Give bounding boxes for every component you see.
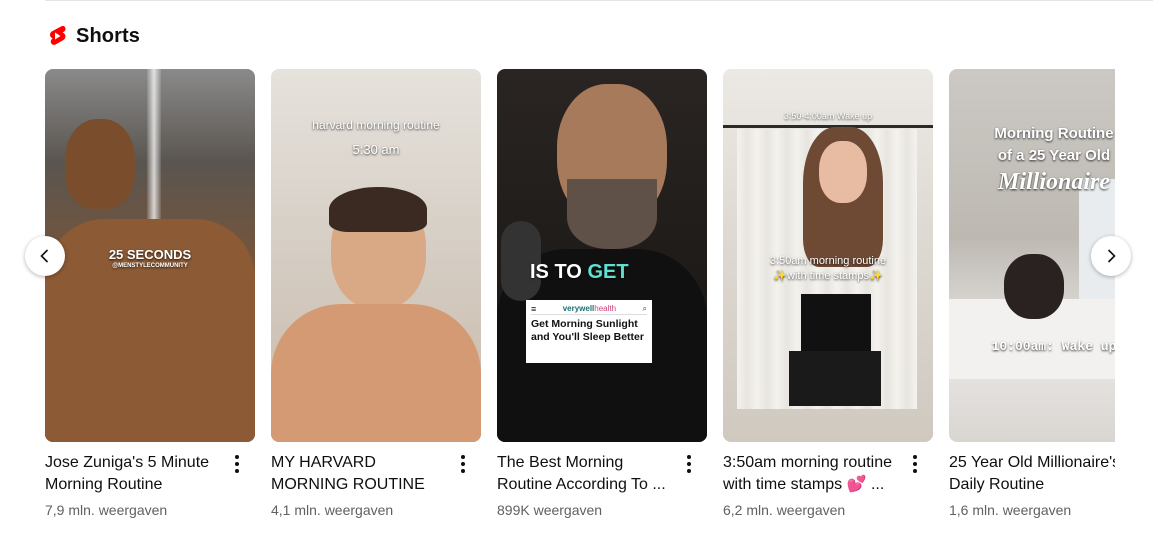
person-top	[801, 294, 871, 354]
short-card[interactable]: harvard morning routine 5:30 am MY HARVA…	[271, 69, 481, 529]
person-beard	[567, 179, 657, 249]
person-head	[65, 119, 135, 209]
person	[1004, 254, 1064, 319]
short-title[interactable]: The Best Morning Routine According To ..…	[497, 452, 675, 496]
article-brand: verywell	[562, 304, 595, 313]
short-title[interactable]: 3:50am morning routine with time stamps …	[723, 452, 901, 496]
overlay-line-3: Millionaire	[997, 169, 1111, 195]
short-title[interactable]: MY HARVARD MORNING ROUTINE 📚	[271, 452, 449, 496]
short-card[interactable]: 3:50-4:00am Wake up 3:50am morning routi…	[723, 69, 933, 529]
shorts-row: 25 SECONDS @MENSTYLECOMMUNITY Jose Zunig…	[45, 69, 1115, 529]
short-card[interactable]: Morning Routine of a 25 Year Old Million…	[949, 69, 1115, 529]
overlay-caption-a: IS TO	[530, 261, 582, 283]
shorts-shelf-header: Shorts	[46, 22, 140, 50]
person-hair	[329, 187, 427, 232]
overlay-caption-b: GET	[587, 261, 629, 283]
short-thumbnail[interactable]: IS TO GET ≡ verywellhealth ⌕ Get Morning…	[497, 69, 707, 442]
short-thumbnail[interactable]: harvard morning routine 5:30 am	[271, 69, 481, 442]
view-count: 7,9 mln. weergaven	[45, 502, 168, 518]
overlay-line-1: Morning Routine	[994, 125, 1114, 142]
short-thumbnail[interactable]: 3:50-4:00am Wake up 3:50am morning routi…	[723, 69, 933, 442]
shelf-title: Shorts	[76, 24, 140, 47]
article-brand-suffix: health	[594, 304, 617, 313]
view-count: 6,2 mln. weergaven	[723, 502, 846, 518]
overlay-caption: 3:50am morning routine ✨with time stamps…	[769, 255, 887, 282]
person-face	[819, 141, 867, 203]
overlay-time: 5:30 am	[352, 142, 400, 157]
overlay-caption: 25 SECONDS	[108, 247, 192, 262]
more-actions-icon[interactable]	[679, 452, 699, 476]
overlay-subcaption: @MENSTYLECOMMUNITY	[112, 263, 188, 269]
short-card[interactable]: IS TO GET ≡ verywellhealth ⌕ Get Morning…	[497, 69, 707, 529]
person-shorts	[789, 351, 881, 406]
more-actions-icon[interactable]	[453, 452, 473, 476]
person-body	[271, 304, 481, 442]
view-count: 4,1 mln. weergaven	[271, 502, 394, 518]
article-headline: Get Morning Sunlight and You'll Sleep Be…	[531, 318, 644, 343]
short-title[interactable]: 25 Year Old Millionaire's Daily Routine	[949, 452, 1115, 496]
more-actions-icon[interactable]	[227, 452, 247, 476]
view-count: 1,6 mln. weergaven	[949, 502, 1072, 518]
search-icon: ⌕	[642, 303, 647, 313]
view-count: 899K weergaven	[497, 502, 603, 518]
more-actions-icon[interactable]	[905, 452, 925, 476]
top-divider	[45, 0, 1153, 1]
chevron-right-icon	[1107, 249, 1116, 263]
chevron-left-icon	[40, 249, 49, 263]
previous-button[interactable]	[25, 236, 65, 276]
embedded-article-card: ≡ verywellhealth ⌕ Get Morning Sunlight …	[526, 300, 652, 363]
short-title[interactable]: Jose Zuniga's 5 Minute Morning Routine	[45, 452, 223, 496]
overlay-line-2: of a 25 Year Old	[997, 147, 1111, 164]
shorts-logo-icon	[46, 24, 68, 48]
overlay-top-caption: 3:50-4:00am Wake up	[783, 111, 873, 121]
overlay-time: 10:00am: Wake up	[991, 339, 1115, 354]
short-card[interactable]: 25 SECONDS @MENSTYLECOMMUNITY Jose Zunig…	[45, 69, 255, 529]
next-button[interactable]	[1091, 236, 1131, 276]
overlay-caption: harvard morning routine	[312, 118, 440, 132]
short-thumbnail[interactable]: 25 SECONDS @MENSTYLECOMMUNITY	[45, 69, 255, 442]
